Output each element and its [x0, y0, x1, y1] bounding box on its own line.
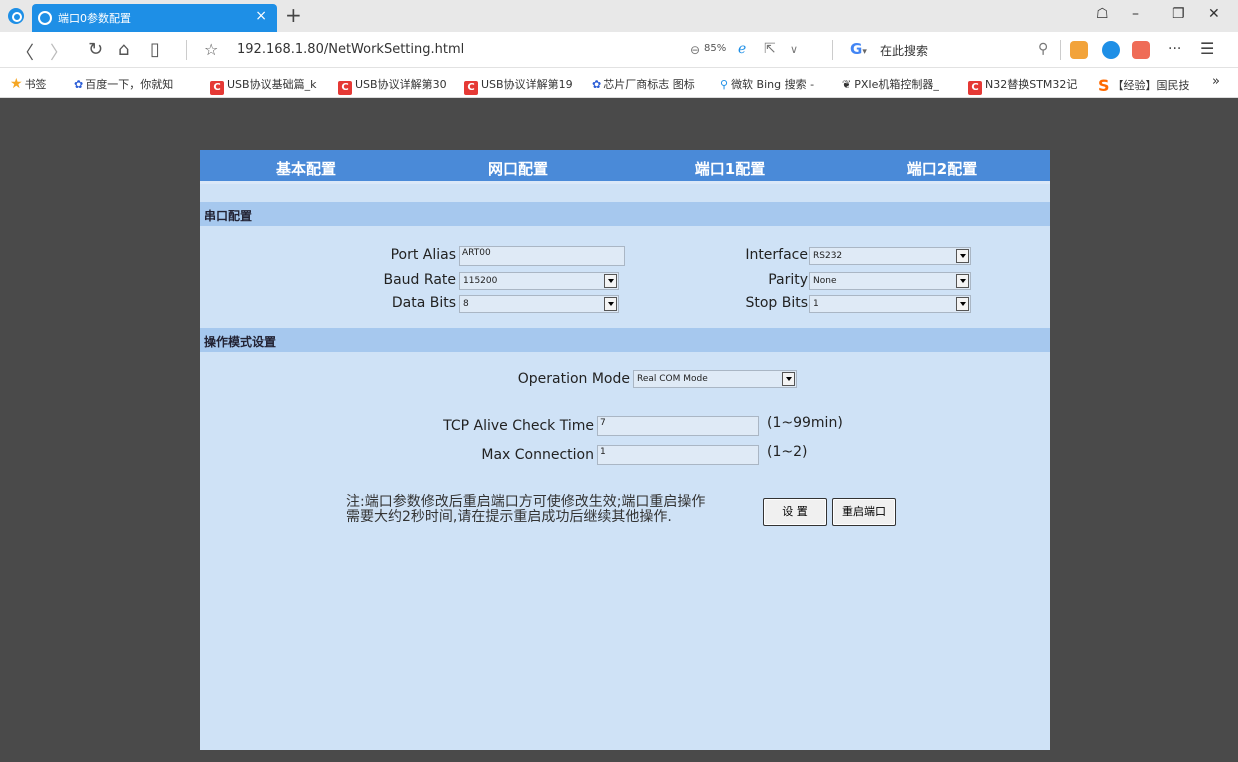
c-icon: C [464, 81, 478, 95]
chevron-down-icon[interactable]: ∨ [790, 43, 798, 56]
interface-select[interactable]: RS232 [809, 247, 971, 265]
search-icon[interactable]: ⚲ [1038, 41, 1048, 57]
parity-label: Parity [768, 272, 808, 288]
operation-mode-label: Operation Mode [517, 371, 630, 387]
search-engine-google-icon[interactable]: G▾ [850, 40, 867, 58]
section-title: 操作模式设置 [204, 335, 277, 349]
section-title: 串口配置 [204, 209, 253, 223]
home-button[interactable]: ⌂ [118, 39, 129, 60]
bookmark-item[interactable]: ✿ 芯片厂商标志 图标 [592, 76, 695, 92]
stop-bits-select[interactable]: 1 [809, 295, 971, 313]
new-tab-button[interactable]: + [285, 3, 302, 27]
browser-nav-bar: 〈 〉 ↻ ⌂ ▯ ☆ 192.168.1.80/NetWorkSetting.… [0, 32, 1238, 68]
back-button[interactable]: 〈 [16, 39, 34, 65]
config-menu: 基本配置 网口配置 端口1配置 端口2配置 [200, 150, 1050, 184]
bookmarks-more-button[interactable]: » [1212, 74, 1220, 89]
opmode-section-header: 操作模式设置 [200, 328, 1050, 352]
paw-icon: ✿ [592, 78, 602, 91]
bookmark-item[interactable]: S 【经验】国民技 [1098, 76, 1190, 95]
divider [832, 40, 833, 60]
max-connection-input[interactable]: 1 [597, 445, 759, 465]
leaf-icon: ❦ [842, 78, 852, 91]
share-icon[interactable]: ⇱ [764, 41, 776, 57]
star-icon: ★ [10, 76, 23, 92]
divider [1060, 40, 1061, 60]
browser-tab-bar: 端口0参数配置 × + ☖ – ❐ ✕ [0, 0, 1238, 32]
restart-port-button[interactable]: 重启端口 [832, 498, 896, 526]
reader-mode-icon[interactable]: ▯ [150, 39, 160, 60]
bookmark-item[interactable]: ⚲ 微软 Bing 搜索 - [720, 76, 814, 92]
address-bar[interactable]: 192.168.1.80/NetWorkSetting.html [237, 42, 464, 57]
max-connection-label: Max Connection [481, 447, 594, 463]
tab-port2-config[interactable]: 端口2配置 [836, 158, 1048, 179]
close-window-button[interactable]: ✕ [1208, 6, 1220, 22]
paw-icon: ✿ [74, 78, 84, 91]
more-menu-icon[interactable]: ··· [1168, 41, 1181, 57]
tcp-alive-hint: (1~99min) [767, 415, 843, 431]
port-alias-label: Port Alias [390, 247, 456, 263]
operation-mode-select[interactable]: Real COM Mode [633, 370, 797, 388]
bookmark-item[interactable]: C N32替换STM32记 [968, 76, 1077, 95]
c-icon: C [968, 81, 982, 95]
tab-network-config[interactable]: 网口配置 [412, 158, 624, 179]
tab-title: 端口0参数配置 [58, 12, 131, 25]
parity-select[interactable]: None [809, 272, 971, 290]
max-connection-hint: (1~2) [767, 444, 808, 460]
infinity-extension-icon[interactable] [1102, 41, 1120, 59]
note-line-1: 注:端口参数修改后重启端口方可使修改生效;端口重启操作 [346, 494, 706, 510]
set-button[interactable]: 设 置 [763, 498, 827, 526]
dropdown-arrow-icon [956, 274, 969, 288]
tab-favicon-icon [38, 11, 52, 25]
stop-bits-label: Stop Bits [745, 295, 808, 311]
bookmark-star-icon[interactable]: ☆ [204, 40, 218, 59]
interface-label: Interface [745, 247, 808, 263]
hamburger-menu-icon[interactable]: ☰ [1200, 39, 1214, 58]
game-extension-icon[interactable] [1070, 41, 1088, 59]
minimize-button[interactable]: – [1132, 6, 1139, 22]
search-input[interactable]: 在此搜索 [880, 42, 928, 59]
serial-section-header: 串口配置 [200, 202, 1050, 226]
baud-rate-select[interactable]: 115200 [459, 272, 619, 290]
data-bits-label: Data Bits [391, 295, 456, 311]
bookmark-item[interactable]: ✿ 百度一下，你就知 [74, 76, 173, 92]
forward-button[interactable]: 〉 [50, 39, 68, 65]
note-line-2: 需要大约2秒时间,请在提示重启成功后继续其他操作. [346, 509, 672, 525]
browser-logo-icon[interactable] [8, 8, 24, 24]
port-alias-input[interactable]: ART00 [459, 246, 625, 266]
zoom-level[interactable]: 85% [704, 43, 726, 54]
tab-basic-config[interactable]: 基本配置 [200, 158, 412, 179]
tab-port1-config[interactable]: 端口1配置 [624, 158, 836, 179]
dropdown-arrow-icon [604, 297, 617, 311]
bookmark-item[interactable]: ❦ PXIe机箱控制器_ [842, 76, 939, 92]
bookmark-item[interactable]: C USB协议基础篇_k [210, 76, 316, 95]
c-icon: C [210, 81, 224, 95]
bookmark-item[interactable]: C USB协议详解第30 [338, 76, 447, 95]
zoom-icon: ⊖ [690, 43, 701, 57]
tcp-alive-input[interactable]: 7 [597, 416, 759, 436]
s-icon: S [1098, 76, 1110, 95]
bookmark-item[interactable]: ★ 书签 [10, 76, 47, 92]
translate-extension-icon[interactable] [1132, 41, 1150, 59]
tcp-alive-label: TCP Alive Check Time [443, 418, 594, 434]
dropdown-arrow-icon [782, 372, 795, 386]
reload-button[interactable]: ↻ [88, 39, 103, 60]
c-icon: C [338, 81, 352, 95]
active-tab[interactable]: 端口0参数配置 × [32, 4, 277, 32]
ie-mode-icon[interactable]: ℯ [738, 41, 746, 57]
skin-icon[interactable]: ☖ [1096, 6, 1109, 22]
restore-button[interactable]: ❐ [1172, 6, 1185, 22]
tab-close-icon[interactable]: × [255, 8, 267, 24]
page-viewport: 基本配置 网口配置 端口1配置 端口2配置 串口配置 Port Alias AR… [6, 98, 1238, 762]
dropdown-arrow-icon [956, 249, 969, 263]
dropdown-arrow-icon [956, 297, 969, 311]
dropdown-arrow-icon [604, 274, 617, 288]
data-bits-select[interactable]: 8 [459, 295, 619, 313]
restart-note: 注:端口参数修改后重启端口方可使修改生效;端口重启操作 需要大约2秒时间,请在提… [346, 495, 756, 525]
divider [186, 40, 187, 60]
bookmark-item[interactable]: C USB协议详解第19 [464, 76, 573, 95]
baud-rate-label: Baud Rate [383, 272, 457, 288]
bookmarks-bar: ★ 书签 ✿ 百度一下，你就知 C USB协议基础篇_k C USB协议详解第30 CU… [0, 68, 1238, 98]
config-panel: 基本配置 网口配置 端口1配置 端口2配置 串口配置 Port Alias AR… [200, 150, 1050, 750]
search-icon: ⚲ [720, 78, 729, 91]
